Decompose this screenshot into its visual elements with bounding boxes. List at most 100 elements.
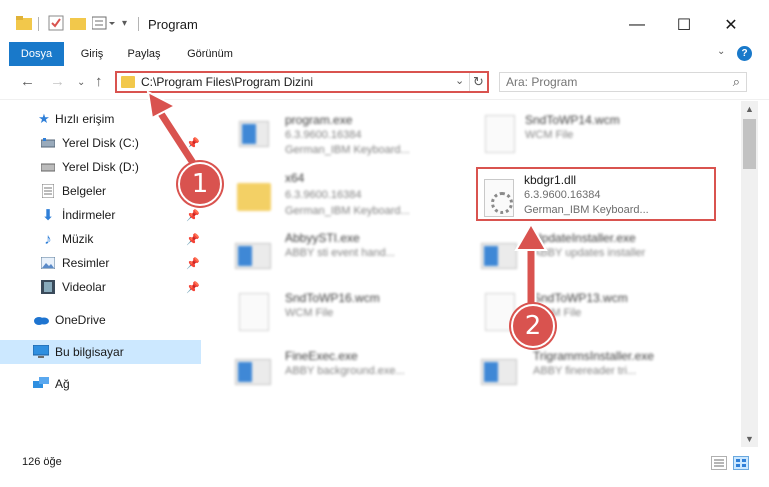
expand-ribbon-icon[interactable]: ⌄ bbox=[717, 46, 725, 57]
file-item[interactable]: FineExec.exe ABBY background.exe... bbox=[231, 345, 471, 399]
separator bbox=[38, 17, 39, 31]
navigation-pane: ★ Hızlı erişim Yerel Disk (C:) 📌 Yerel D… bbox=[0, 101, 205, 447]
file-item[interactable]: program.exe 6.3.9600.16384 German_IBM Ke… bbox=[233, 109, 473, 163]
sidebar-item-label: Müzik bbox=[62, 232, 94, 246]
folder-icon bbox=[121, 76, 135, 88]
file-name: kbdgr1.dll bbox=[524, 173, 577, 187]
up-arrow-icon[interactable]: ↑ bbox=[95, 73, 103, 90]
title-bar: ▾ Program — ☐ ✕ bbox=[0, 0, 769, 42]
sidebar-item-label: İndirmeler bbox=[62, 208, 116, 222]
videos-icon bbox=[40, 279, 56, 295]
file-list: program.exe 6.3.9600.16384 German_IBM Ke… bbox=[205, 101, 741, 447]
file-name: SndToWP14.wcm bbox=[525, 113, 620, 127]
sidebar-item-label: Ağ bbox=[55, 377, 70, 391]
address-bar[interactable]: C:\Program Files\Program Dizini ⌄ ↻ bbox=[115, 71, 489, 93]
search-icon: ⌕ bbox=[732, 74, 740, 89]
tiles-view-icon[interactable] bbox=[733, 456, 749, 470]
app-icon bbox=[481, 351, 517, 393]
file-detail: 6.3.9600.16384 bbox=[285, 189, 362, 201]
documents-icon bbox=[40, 183, 56, 199]
file-detail: German_IBM Keyboard... bbox=[285, 205, 410, 217]
sidebar-item-disk-d[interactable]: Yerel Disk (D:) bbox=[0, 155, 201, 179]
search-box[interactable]: ⌕ bbox=[499, 72, 747, 92]
network-icon bbox=[33, 376, 49, 392]
sidebar-item-indirmeler[interactable]: ⬇ İndirmeler 📌 bbox=[0, 203, 201, 227]
address-dropdown-icon[interactable]: ⌄ bbox=[455, 74, 464, 87]
file-name: FineExec.exe bbox=[285, 349, 358, 363]
file-name: SndToWP16.wcm bbox=[285, 291, 380, 305]
step-badge-2: 2 bbox=[511, 304, 555, 348]
sidebar-item-videolar[interactable]: Videolar 📌 bbox=[0, 275, 201, 299]
pin-icon: 📌 bbox=[186, 209, 200, 222]
file-detail: German_IBM Keyboard... bbox=[524, 204, 649, 216]
file-item[interactable]: x64 6.3.9600.16384 German_IBM Keyboard..… bbox=[233, 169, 473, 223]
file-item[interactable]: TrigrammsInstaller.exe ABBY finereader t… bbox=[477, 345, 717, 399]
file-detail: ABBY background.exe... bbox=[285, 365, 405, 377]
sidebar-item-bu-bilgisayar[interactable]: Bu bilgisayar bbox=[0, 340, 201, 364]
file-item[interactable]: SndToWP16.wcm WCM File bbox=[231, 287, 471, 341]
file-name: AbbyySTI.exe bbox=[285, 231, 360, 245]
maximize-button[interactable]: ☐ bbox=[661, 10, 707, 40]
back-arrow-icon[interactable]: ← bbox=[20, 73, 35, 90]
properties-icon[interactable] bbox=[48, 14, 64, 32]
file-detail: 6.3.9600.16384 bbox=[524, 189, 601, 201]
tab-paylas[interactable]: Paylaş bbox=[118, 42, 170, 66]
vertical-scrollbar[interactable]: ▲ ▼ bbox=[741, 101, 758, 447]
scroll-up-icon[interactable]: ▲ bbox=[741, 101, 758, 117]
drive-icon bbox=[40, 159, 56, 175]
new-folder-icon[interactable] bbox=[70, 14, 86, 32]
address-row: ← → ⌄ ↑ C:\Program Files\Program Dizini … bbox=[0, 66, 769, 100]
file-item[interactable]: UpdateInstaller.exe ABBY updates install… bbox=[477, 229, 717, 283]
tab-gorunum[interactable]: Görünüm bbox=[178, 42, 242, 66]
file-detail: ABBY finereader tri... bbox=[533, 365, 637, 377]
tab-giris[interactable]: Giriş bbox=[68, 42, 116, 66]
sidebar-item-resimler[interactable]: Resimler 📌 bbox=[0, 251, 201, 275]
file-item-kbdgr1-dll[interactable]: kbdgr1.dll 6.3.9600.16384 German_IBM Key… bbox=[476, 167, 716, 221]
app-icon bbox=[237, 115, 273, 157]
quick-access-dropdown-icon[interactable]: ▾ bbox=[122, 14, 127, 32]
scroll-down-icon[interactable]: ▼ bbox=[741, 431, 758, 447]
file-item[interactable]: AbbyySTI.exe ABBY sti event hand... bbox=[231, 229, 471, 283]
file-name: UpdateInstaller.exe bbox=[533, 231, 636, 245]
file-icon bbox=[235, 293, 271, 335]
file-icon bbox=[481, 115, 517, 157]
sidebar-item-label: Yerel Disk (D:) bbox=[62, 160, 139, 174]
minimize-button[interactable]: — bbox=[614, 10, 660, 40]
customize-toolbar-icon[interactable] bbox=[92, 14, 118, 32]
folder-icon bbox=[16, 14, 32, 32]
details-view-icon[interactable] bbox=[711, 456, 727, 470]
scroll-thumb[interactable] bbox=[743, 119, 756, 169]
search-input[interactable] bbox=[506, 75, 716, 89]
pin-icon: 📌 bbox=[186, 233, 200, 246]
help-icon[interactable]: ? bbox=[737, 46, 752, 61]
sidebar-item-belgeler[interactable]: Belgeler 📌 bbox=[0, 179, 201, 203]
separator bbox=[138, 17, 139, 31]
recent-locations-icon[interactable]: ⌄ bbox=[77, 77, 85, 88]
pin-icon: 📌 bbox=[186, 257, 200, 270]
sidebar-item-onedrive[interactable]: OneDrive bbox=[0, 308, 201, 332]
address-path[interactable]: C:\Program Files\Program Dizini bbox=[141, 75, 313, 89]
sidebar-item-label: Videolar bbox=[62, 280, 106, 294]
app-icon bbox=[481, 235, 517, 277]
sidebar-item-label: Hızlı erişim bbox=[55, 112, 115, 126]
file-detail: German_IBM Keyboard... bbox=[285, 144, 410, 156]
pictures-icon bbox=[40, 255, 56, 271]
star-icon: ★ bbox=[38, 111, 50, 126]
close-button[interactable]: ✕ bbox=[708, 10, 754, 40]
forward-arrow-icon[interactable]: → bbox=[50, 73, 65, 90]
sidebar-item-label: OneDrive bbox=[55, 313, 106, 327]
sidebar-item-ag[interactable]: Ağ bbox=[0, 372, 201, 396]
item-count: 126 öğe bbox=[22, 456, 62, 468]
refresh-icon[interactable]: ↻ bbox=[469, 73, 487, 91]
music-icon: ♪ bbox=[44, 230, 52, 248]
folder-icon bbox=[237, 175, 273, 217]
dll-icon bbox=[482, 175, 518, 217]
file-name: x64 bbox=[285, 171, 305, 185]
sidebar-item-disk-c[interactable]: Yerel Disk (C:) 📌 bbox=[0, 131, 201, 155]
sidebar-item-quick-access[interactable]: ★ Hızlı erişim bbox=[0, 107, 201, 131]
file-item[interactable]: SndToWP14.wcm WCM File bbox=[477, 109, 717, 163]
app-icon bbox=[235, 235, 271, 277]
sidebar-item-muzik[interactable]: ♪ Müzik 📌 bbox=[0, 227, 201, 251]
tab-dosya[interactable]: Dosya bbox=[9, 42, 64, 66]
file-detail: WCM File bbox=[525, 129, 574, 141]
